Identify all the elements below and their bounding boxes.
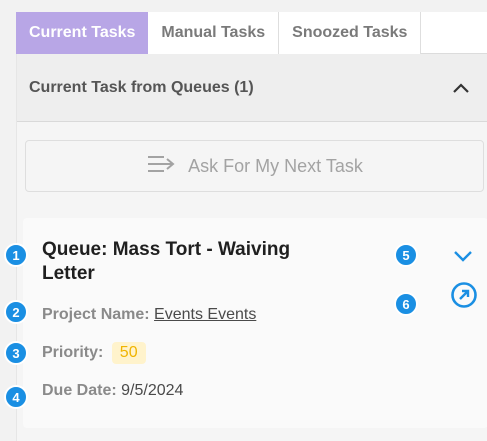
task-card: Queue: Mass Tort - Waiving Letter Projec… — [23, 218, 487, 428]
due-date-field: Due Date: 9/5/2024 — [42, 382, 184, 399]
priority-field: Priority: 50 — [42, 342, 146, 364]
marker-2: 2 — [4, 300, 28, 324]
marker-3: 3 — [4, 341, 28, 365]
queue-title: Queue: Mass Tort - Waiving Letter — [42, 239, 291, 284]
tab-manual-tasks[interactable]: Manual Tasks — [148, 12, 280, 54]
tab-current-tasks[interactable]: Current Tasks — [16, 12, 149, 54]
tasks-panel: Current Task from Queues (1) Ask For My … — [16, 54, 487, 441]
section-header[interactable]: Current Task from Queues (1) — [17, 54, 487, 122]
chevron-up-icon[interactable] — [449, 76, 473, 100]
priority-badge: 50 — [111, 342, 146, 364]
marker-1: 1 — [4, 243, 28, 267]
marker-6: 6 — [394, 292, 418, 316]
task-tabs: Current Tasks Manual Tasks Snoozed Tasks — [16, 12, 487, 54]
marker-5: 5 — [394, 243, 418, 267]
arrow-next-icon — [146, 153, 176, 180]
due-date-value: 9/5/2024 — [121, 382, 184, 399]
open-task-icon[interactable] — [450, 281, 478, 309]
project-field: Project Name: Events Events — [42, 306, 257, 323]
marker-4: 4 — [4, 385, 28, 409]
ask-next-task-button[interactable]: Ask For My Next Task — [25, 140, 484, 192]
ask-next-task-label: Ask For My Next Task — [188, 155, 363, 176]
chevron-down-icon[interactable] — [450, 243, 476, 269]
tab-snoozed-tasks[interactable]: Snoozed Tasks — [279, 12, 422, 54]
section-title: Current Task from Queues (1) — [29, 78, 254, 96]
project-link[interactable]: Events Events — [154, 306, 256, 323]
